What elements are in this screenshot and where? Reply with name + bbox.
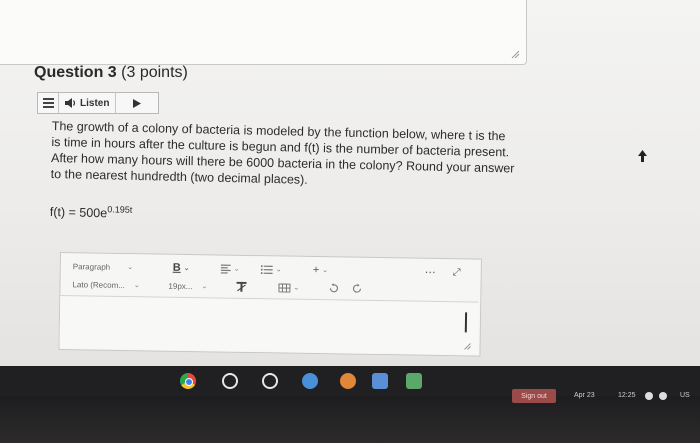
fullscreen-button[interactable]: ⤢	[453, 267, 461, 278]
launcher-icon[interactable]	[222, 373, 238, 389]
question-number: Question 3	[34, 64, 117, 81]
text-cursor	[464, 312, 468, 333]
taskbar: Sign out Apr 23 12:25 US	[0, 366, 700, 443]
font-size-label: 19px...	[168, 281, 193, 291]
insert-button[interactable]: + ⌄	[313, 264, 328, 276]
font-family-label: Lato (Recom...	[72, 279, 126, 290]
undo-icon	[329, 283, 339, 293]
menu-icon	[42, 102, 54, 104]
bold-button[interactable]: B ⌄	[173, 262, 190, 274]
redo-icon	[352, 283, 362, 293]
list-button[interactable]: ⌄	[260, 264, 282, 274]
question-points: (3 points)	[121, 64, 188, 81]
font-size-select[interactable]: 19px... ⌄	[168, 281, 207, 291]
play-button[interactable]	[116, 98, 158, 108]
table-button[interactable]: ⌄	[278, 282, 300, 293]
chevron-down-icon: ⌄	[133, 282, 140, 290]
bullet-list-icon	[260, 264, 273, 274]
chrome-icon[interactable]	[180, 373, 196, 389]
files-icon[interactable]	[302, 373, 318, 389]
listen-label: Listen	[80, 97, 110, 109]
align-button[interactable]: ⌄	[220, 264, 240, 274]
speaker-icon	[65, 98, 76, 108]
font-family-select[interactable]: Lato (Recom... ⌄	[72, 280, 139, 290]
question-text: The growth of a colony of bacteria is mo…	[50, 118, 597, 232]
redo-button[interactable]	[352, 283, 362, 294]
battery-icon[interactable]	[659, 392, 667, 400]
region-label[interactable]: US	[680, 392, 690, 399]
resize-handle-icon[interactable]	[464, 342, 472, 350]
insert-label: +	[312, 263, 320, 277]
formula-base: f(t) = 500e	[49, 204, 108, 221]
question-title: Question 3 (3 points)	[34, 64, 188, 82]
bold-label: B	[172, 261, 181, 274]
play-icon	[133, 98, 142, 108]
listen-menu-button[interactable]	[38, 93, 59, 113]
chevron-down-icon: ⌄	[322, 267, 329, 275]
listen-toolbar: Listen	[37, 92, 159, 114]
screen-app-icon[interactable]	[406, 373, 422, 389]
page-screen: Question 3 (3 points) Listen The growth …	[0, 0, 700, 366]
formula: f(t) = 500e0.195t	[50, 200, 595, 232]
clear-format-icon	[236, 281, 247, 292]
circle-app-icon[interactable]	[262, 373, 278, 389]
mouse-pointer-icon	[638, 150, 647, 162]
resize-handle-icon[interactable]	[510, 49, 520, 59]
paragraph-label: Paragraph	[72, 261, 111, 272]
chevron-down-icon: ⌄	[201, 283, 208, 291]
listen-button[interactable]: Listen	[59, 93, 117, 113]
undo-button[interactable]	[328, 283, 339, 293]
network-icon[interactable]	[645, 392, 653, 400]
sign-out-button[interactable]: Sign out	[512, 389, 556, 403]
paragraph-select[interactable]: Paragraph ⌄	[73, 262, 133, 272]
more-label: ⋯	[424, 266, 436, 279]
app-shelf	[0, 366, 700, 396]
align-left-icon	[220, 264, 231, 274]
chevron-down-icon: ⌄	[183, 264, 190, 273]
table-icon	[278, 282, 291, 293]
chevron-down-icon: ⌄	[275, 266, 282, 274]
expand-icon: ⤢	[452, 266, 461, 278]
time-label[interactable]: 12:25	[618, 392, 636, 399]
previous-answer-box[interactable]	[0, 0, 527, 65]
date-label: Apr 23	[574, 392, 595, 399]
clear-format-button[interactable]	[236, 281, 247, 292]
answer-text-area[interactable]	[59, 295, 479, 355]
formula-exponent: 0.195t	[107, 204, 133, 215]
app-icon[interactable]	[340, 373, 356, 389]
chevron-down-icon: ⌄	[233, 265, 240, 273]
chevron-down-icon: ⌄	[127, 264, 134, 272]
chevron-down-icon: ⌄	[293, 284, 300, 292]
window-app-icon[interactable]	[372, 373, 388, 389]
more-options-button[interactable]: ⋯	[425, 265, 436, 278]
answer-editor: Paragraph ⌄ B ⌄ ⌄ ⌄ + ⌄ ⋯ ⤢ Lato (Recom.…	[58, 252, 482, 357]
